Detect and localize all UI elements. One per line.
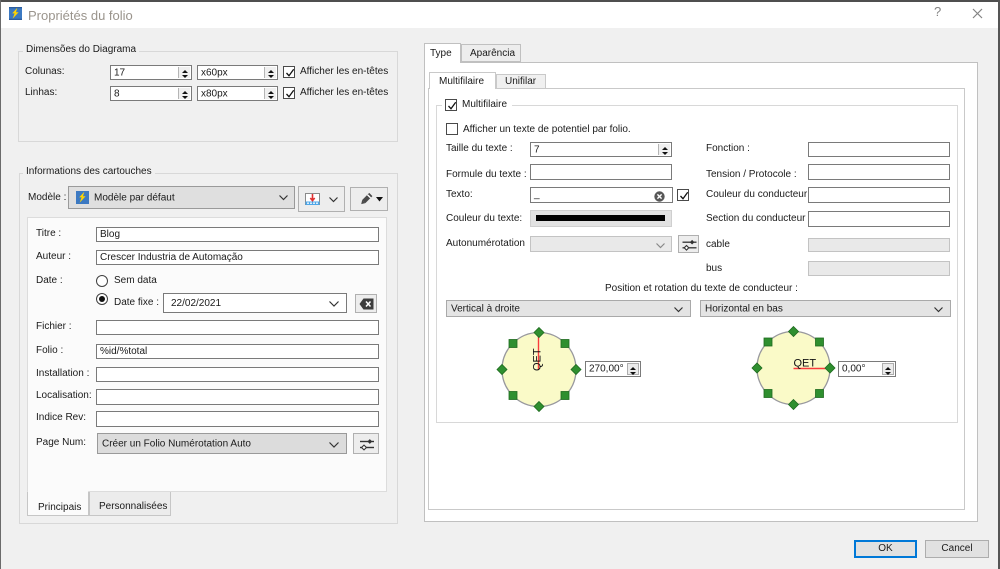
svg-text:QET: QET xyxy=(532,348,544,371)
svg-text:QET: QET xyxy=(794,358,817,370)
